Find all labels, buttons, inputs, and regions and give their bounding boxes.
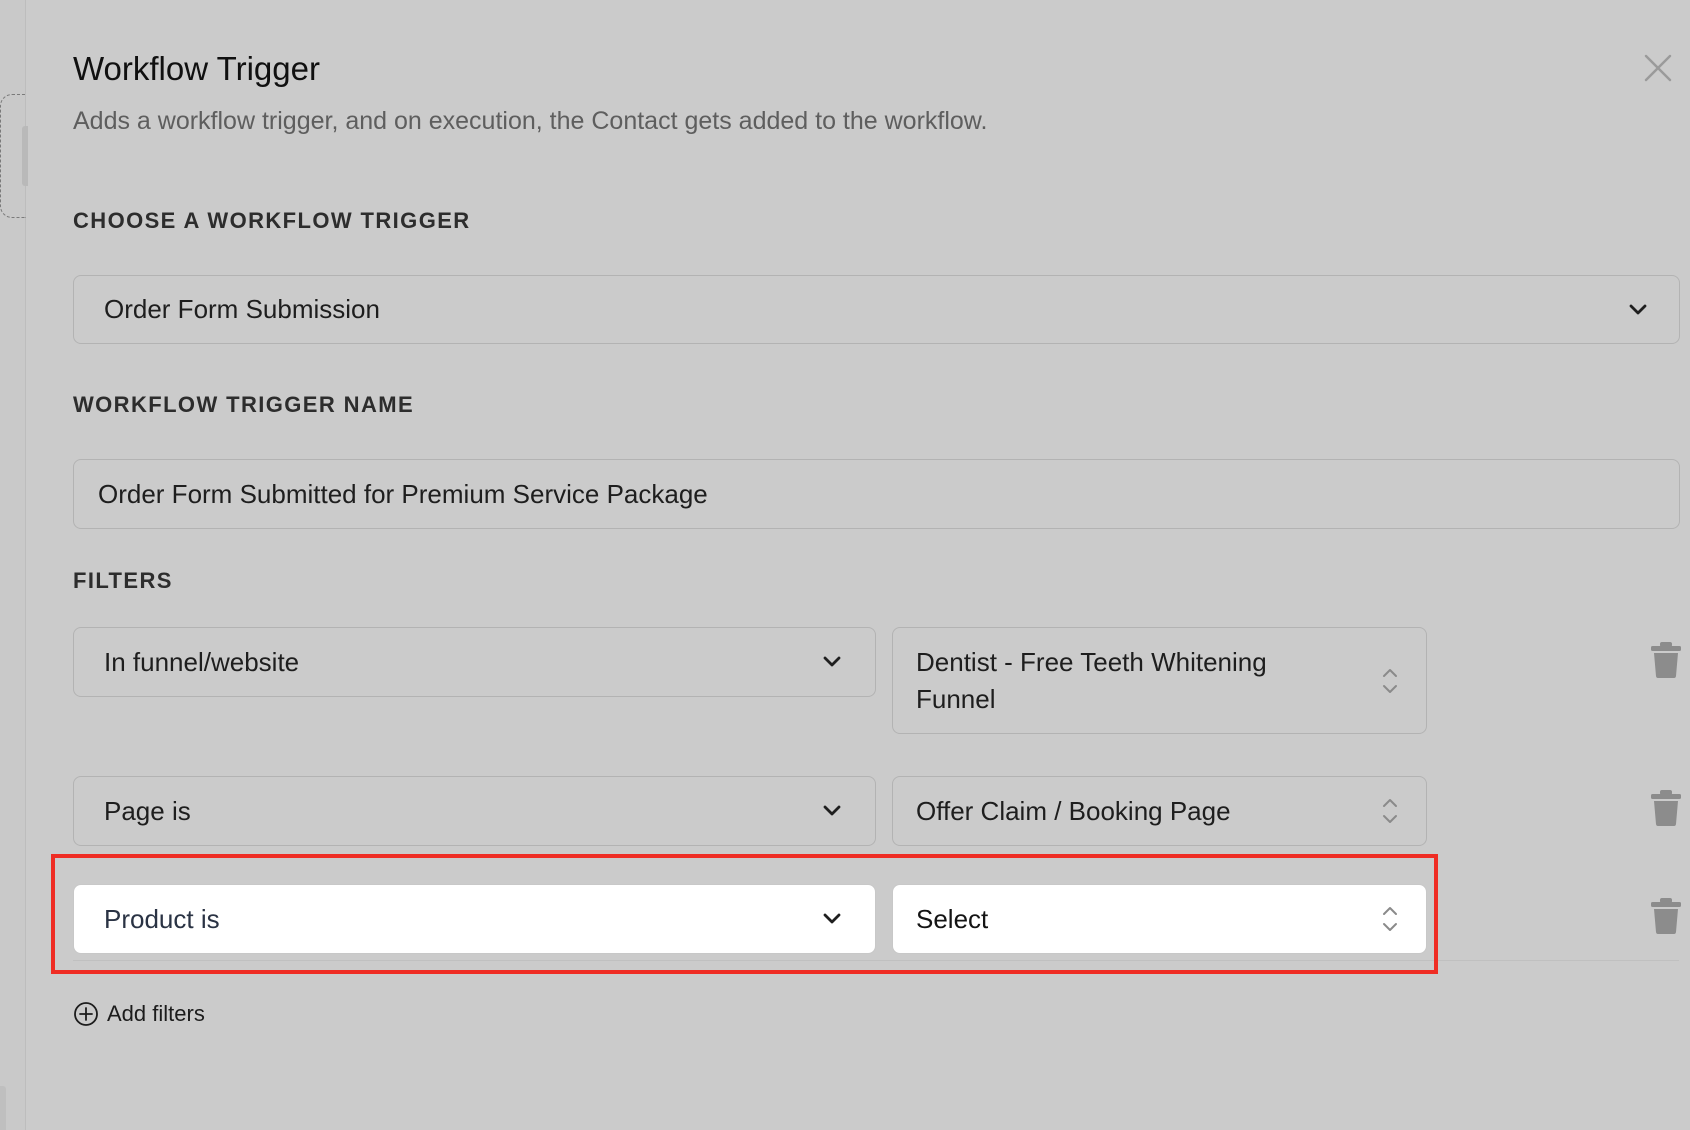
add-filters-button[interactable]: Add filters <box>73 997 205 1031</box>
filter-value-select[interactable]: Offer Claim / Booking Page <box>892 776 1427 846</box>
filter-value-select[interactable]: Dentist - Free Teeth Whitening Funnel <box>892 627 1427 734</box>
filter-value-text: Dentist - Free Teeth Whitening Funnel <box>916 646 1267 714</box>
close-button[interactable] <box>1640 50 1676 86</box>
add-filters-label: Add filters <box>107 1001 205 1026</box>
trigger-section-label: CHOOSE A WORKFLOW TRIGGER <box>73 208 471 233</box>
panel-subtitle: Adds a workflow trigger, and on executio… <box>73 107 988 135</box>
filter-value-text: Offer Claim / Booking Page <box>916 795 1231 826</box>
chevron-down-icon <box>823 805 841 816</box>
trash-icon[interactable] <box>1649 789 1683 827</box>
trash-icon[interactable] <box>1649 897 1683 935</box>
filters-section-label: FILTERS <box>73 568 173 593</box>
name-section-label: WORKFLOW TRIGGER NAME <box>73 392 415 417</box>
trigger-name-value: Order Form Submitted for Premium Service… <box>98 478 708 509</box>
close-icon <box>1644 54 1672 82</box>
chevron-up-down-icon <box>1383 799 1397 823</box>
highlight-annotation <box>51 854 1438 974</box>
filter-field-value: Page is <box>104 795 191 826</box>
trigger-type-value: Order Form Submission <box>104 294 380 324</box>
chevron-down-icon <box>1629 304 1647 314</box>
filter-field-select[interactable]: Page is <box>73 776 876 846</box>
trigger-type-select[interactable]: Order Form Submission <box>73 275 1680 344</box>
plus-circle-icon <box>74 1002 98 1026</box>
trash-icon[interactable] <box>1649 641 1683 679</box>
chevron-down-icon <box>823 656 841 667</box>
panel-title: Workflow Trigger <box>73 50 320 87</box>
background-canvas-edge <box>0 0 28 1130</box>
trigger-name-input[interactable]: Order Form Submitted for Premium Service… <box>73 459 1680 529</box>
chevron-up-down-icon <box>1383 668 1397 693</box>
canvas-scroll-handle <box>0 1086 6 1130</box>
filter-field-select[interactable]: In funnel/website <box>73 627 876 697</box>
filter-field-value: In funnel/website <box>104 646 300 677</box>
workflow-trigger-panel: Workflow Trigger Adds a workflow trigger… <box>27 0 1690 1130</box>
